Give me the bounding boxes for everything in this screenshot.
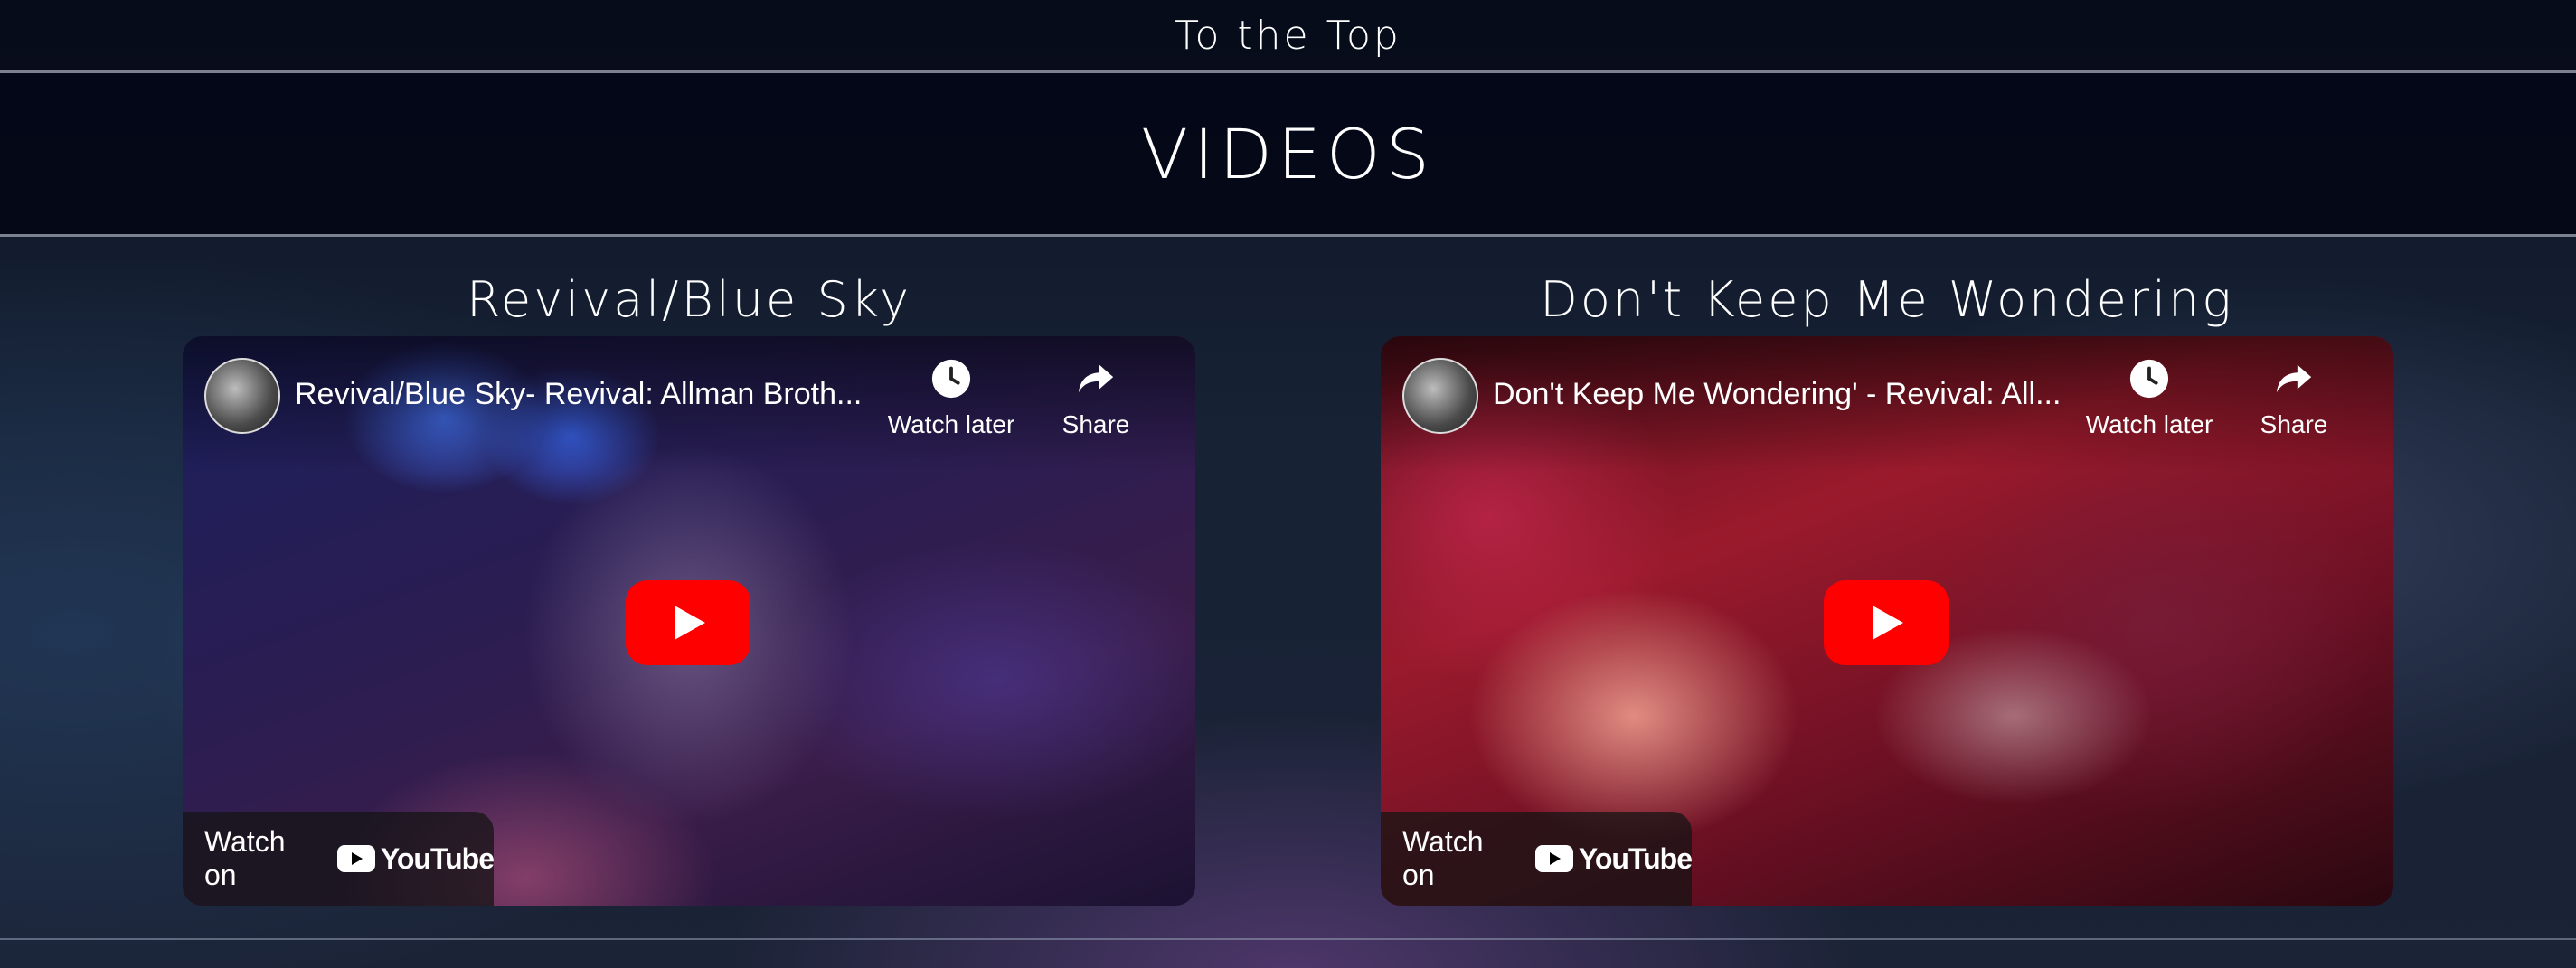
youtube-player[interactable]: Revival/Blue Sky- Revival: Allman Broth.… [183, 336, 1195, 906]
share-arrow-icon [2276, 364, 2312, 393]
watch-on-label: Watch on [204, 825, 286, 891]
video-card: Revival/Blue Sky Revival/Blue Sky- Reviv… [183, 271, 1195, 906]
video-title: Don't Keep Me Wondering [1540, 271, 2234, 328]
watch-on-label: Watch on [1402, 825, 1484, 891]
channel-avatar[interactable] [1402, 358, 1478, 434]
play-icon [1873, 606, 1903, 640]
watch-later-button[interactable]: Watch later [2077, 358, 2222, 439]
share-label: Share [2260, 410, 2328, 438]
share-button[interactable]: Share [1024, 358, 1168, 439]
youtube-logo-icon: YouTube [1534, 841, 1693, 876]
top-nav-bar: To the Top [0, 0, 2576, 73]
video-caption-link[interactable]: Revival/Blue Sky- Revival: Allman Broth.… [295, 377, 892, 412]
watch-later-button[interactable]: Watch later [879, 358, 1024, 439]
video-caption-link[interactable]: Don't Keep Me Wondering' - Revival: All.… [1493, 377, 2090, 412]
play-button[interactable] [1824, 580, 1949, 665]
youtube-wordmark: YouTube [380, 841, 495, 875]
videos-heading: VIDEOS [1140, 113, 1435, 194]
bottom-divider [0, 938, 2576, 940]
share-arrow-icon [1078, 364, 1114, 393]
watch-later-label: Watch later [2085, 410, 2213, 438]
video-card: Don't Keep Me Wondering Don't Keep Me Wo… [1381, 271, 2393, 906]
section-heading-band: VIDEOS [0, 73, 2576, 237]
share-label: Share [1062, 410, 1130, 438]
youtube-player[interactable]: Don't Keep Me Wondering' - Revival: All.… [1381, 336, 2393, 906]
clock-icon [931, 359, 971, 399]
watch-later-label: Watch later [887, 410, 1015, 438]
clock-icon [2129, 359, 2169, 399]
youtube-logo-icon: YouTube [336, 841, 495, 876]
to-the-top-link[interactable]: To the Top [1175, 13, 1401, 59]
youtube-play-mark-icon [336, 845, 375, 872]
youtube-wordmark: YouTube [1578, 841, 1693, 875]
watch-on-youtube-link[interactable]: Watch on YouTube [1381, 812, 1693, 906]
video-title: Revival/Blue Sky [466, 271, 912, 328]
channel-avatar[interactable] [204, 358, 280, 434]
watch-on-youtube-link[interactable]: Watch on YouTube [183, 812, 495, 906]
play-icon [675, 606, 705, 640]
play-button[interactable] [626, 580, 750, 665]
share-button[interactable]: Share [2222, 358, 2366, 439]
youtube-play-mark-icon [1534, 845, 1573, 872]
